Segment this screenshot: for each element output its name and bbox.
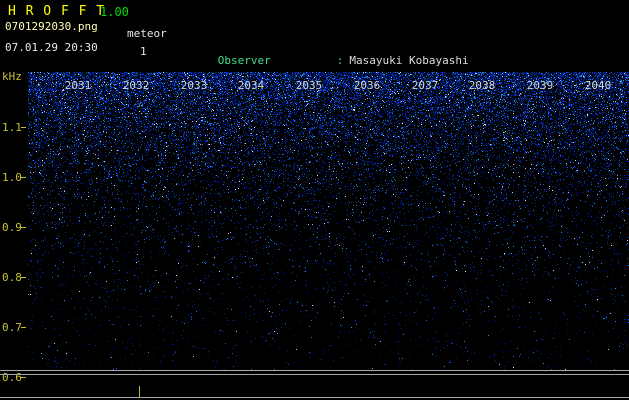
level-panel-bottom-line (0, 397, 629, 398)
freq-axis-unit: kHz (2, 70, 22, 83)
datetime-label: 07.01.29 20:30 (5, 41, 98, 54)
freq-label-0.7: 0.7 (2, 321, 22, 334)
info-row-observer: Observer: Masayuki Kobayashi (178, 43, 629, 67)
app-version: 1.00 (100, 5, 129, 19)
freq-tick (21, 277, 26, 278)
freq-tick (21, 327, 26, 328)
time-label-2034: 2034 (237, 79, 265, 92)
time-label-2033: 2033 (180, 79, 208, 92)
freq-tick (21, 377, 26, 378)
freq-label-1.1: 1.1 (2, 121, 22, 134)
freq-tick (21, 227, 26, 228)
freq-label-0.9: 0.9 (2, 221, 22, 234)
time-label-2036: 2036 (353, 79, 381, 92)
channel-count: 1 (140, 45, 147, 58)
app-title: H R O F F T (8, 4, 106, 19)
info-value: Masayuki Kobayashi (349, 54, 469, 67)
output-filename: 0701292030.png (5, 20, 98, 33)
time-label-2037: 2037 (411, 79, 439, 92)
time-label-2035: 2035 (295, 79, 323, 92)
time-label-2039: 2039 (526, 79, 554, 92)
freq-label-1.0: 1.0 (2, 171, 22, 184)
level-panel-upper-line (0, 374, 629, 375)
time-label-2040: 2040 (584, 79, 612, 92)
freq-tick (21, 127, 26, 128)
time-label-2038: 2038 (468, 79, 496, 92)
freq-label-0.8: 0.8 (2, 271, 22, 284)
spectrogram-noise (28, 72, 629, 370)
level-panel-time-tick (139, 386, 140, 397)
time-label-2032: 2032 (122, 79, 150, 92)
time-label-2031: 2031 (64, 79, 92, 92)
info-label: Observer (217, 54, 271, 67)
mode-label: meteor (127, 27, 167, 40)
level-panel-top-line (0, 370, 629, 371)
info-separator: : (336, 54, 344, 67)
freq-tick (21, 177, 26, 178)
hrofft-output-image: H R O F F T 1.00 0701292030.png meteor 0… (0, 0, 629, 400)
